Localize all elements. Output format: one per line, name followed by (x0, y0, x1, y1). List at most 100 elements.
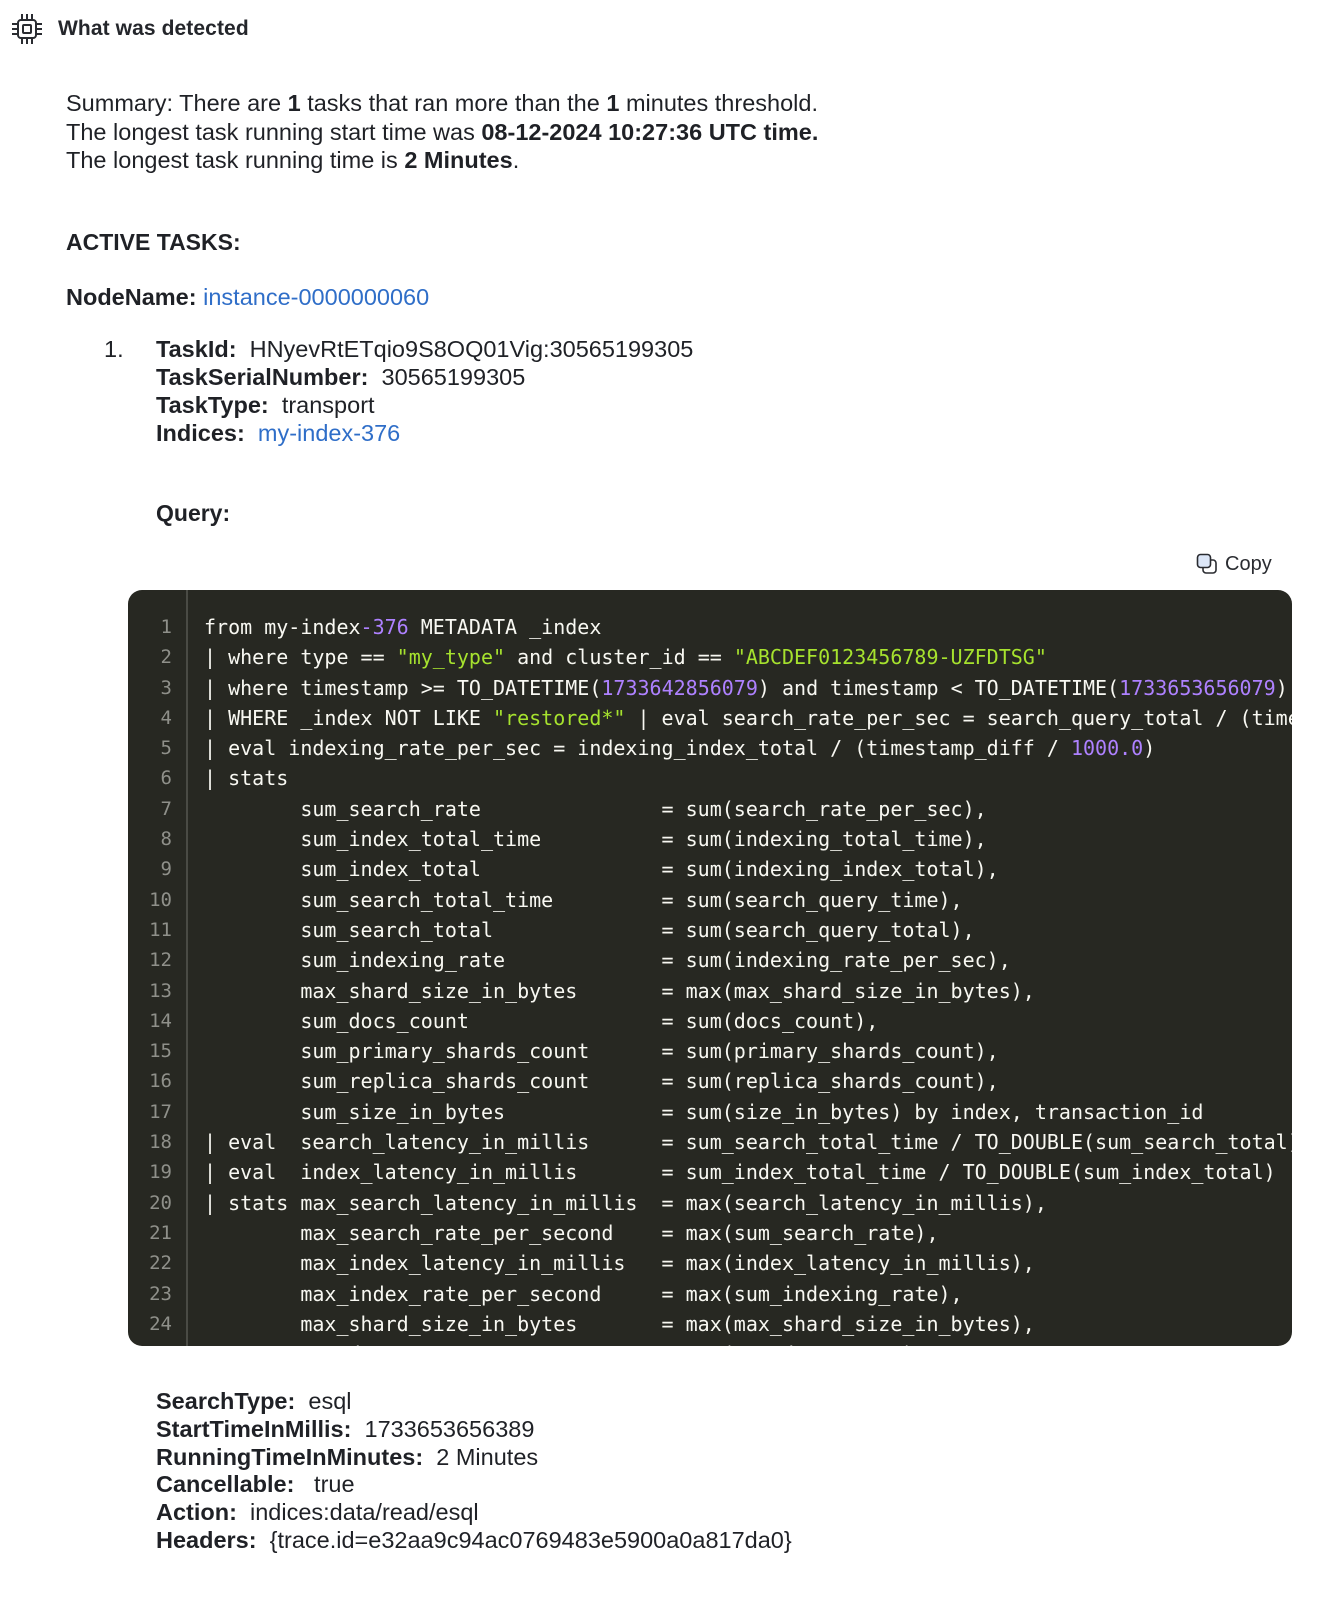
code-text: sum_index_total_time = sum(indexing_tota… (204, 824, 987, 854)
line-number: 2 (160, 646, 172, 669)
line-number: 13 (149, 979, 172, 1002)
summary-line-1: Summary: There are 1 tasks that ran more… (66, 89, 818, 118)
indices-link[interactable]: my-index-376 (258, 420, 400, 446)
copy-button[interactable]: Copy (1195, 552, 1272, 576)
field-label: RunningTimeInMinutes: (156, 1443, 424, 1470)
code-string: "my_type" (396, 645, 506, 670)
start-time-value: 1733653656389 (364, 1415, 535, 1442)
code-string: "ABCDEF0123456789-UZFDTSG" (733, 645, 1047, 670)
code-text: | eval index_latency_in_millis = sum_ind… (204, 1157, 1276, 1187)
line-number: 21 (149, 1221, 172, 1244)
code-token: sum_search_total = sum(search_query_tota… (204, 917, 975, 942)
action-field: Action: indices:data/read/esql (156, 1499, 792, 1527)
code-text: max_index_latency_in_millis = max(index_… (204, 1248, 1035, 1278)
line-number: 18 (149, 1131, 172, 1154)
line-number: 25 (128, 1339, 172, 1346)
cancellable-value: true (314, 1471, 355, 1498)
longest-start-time: 08-12-2024 10:27:36 UTC time (481, 118, 812, 145)
task-fields: TaskId: HNyevRtETqio9S8OQ01Vig:305651993… (156, 335, 693, 447)
code-text: sum_search_rate = sum(search_rate_per_se… (204, 794, 986, 824)
line-number: 22 (149, 1252, 172, 1275)
code-text: sum_primary_shards_count = sum(primary_s… (204, 1036, 999, 1066)
task-type-field: TaskType: transport (156, 391, 693, 419)
code-text: from my-index-376 METADATA _index (204, 612, 601, 642)
code-text: max_shard_size_in_bytes = max(max_shard_… (204, 976, 1035, 1006)
task-serial-field: TaskSerialNumber: 30565199305 (156, 363, 693, 391)
code-token: sum_indexing_rate = sum(indexing_rate_pe… (204, 948, 1011, 973)
line-number: 23 (149, 1282, 172, 1305)
code-token: sum_primary_shards_count = sum(primary_s… (204, 1039, 999, 1064)
code-token: max_index_rate_per_second = max(sum_inde… (204, 1281, 963, 1306)
code-text: | WHERE _index NOT LIKE "restored*" | ev… (204, 703, 1292, 733)
code-number: -376 (360, 615, 409, 639)
code-token: sum_index_total_time = sum(indexing_tota… (204, 827, 987, 852)
code-token: sum_index_total = sum(indexing_index_tot… (204, 857, 999, 882)
summary-text: minutes threshold. (619, 90, 818, 116)
code-token: sum_replica_shards_count = sum(replica_s… (204, 1069, 999, 1094)
field-label: SearchType: (156, 1388, 296, 1414)
chip-icon (10, 12, 44, 46)
line-number: 8 (160, 828, 172, 851)
code-token: max_index_latency_in_millis = max(index_… (204, 1251, 1035, 1276)
threshold-minutes: 1 (606, 90, 620, 116)
list-number: 1. (104, 336, 124, 362)
line-number: 14 (149, 1009, 172, 1032)
code-text: max_shard_size_in_bytes = max(max_shard_… (204, 1309, 1035, 1339)
task-serial-value: 30565199305 (381, 364, 526, 390)
code-token: | eval search_latency_in_millis = sum_se… (204, 1130, 1292, 1155)
code-token: METADATA _index (408, 615, 602, 639)
node-name-link[interactable]: instance-0000000060 (203, 284, 429, 310)
summary-line-3: The longest task running time is 2 Minut… (66, 146, 818, 175)
line-number: 5 (160, 737, 172, 760)
code-text: sum_index_total = sum(indexing_index_tot… (204, 854, 999, 884)
line-number: 20 (149, 1191, 172, 1214)
query-label: Query: (156, 500, 231, 526)
code-text: max_search_rate_per_second = max(sum_sea… (204, 1218, 939, 1248)
line-number: 1 (160, 616, 172, 638)
task-id-field: TaskId: HNyevRtETqio9S8OQ01Vig:305651993… (156, 335, 693, 363)
start-time-field: StartTimeInMillis: 1733653656389 (156, 1416, 792, 1444)
code-token: | where timestamp >= TO_DATETIME( (204, 675, 602, 700)
code-token: ) and timestamp < TO_DATETIME( (757, 675, 1120, 700)
summary-text: . (811, 118, 819, 145)
headers-field: Headers: {trace.id=e32aa9c94ac0769483e59… (156, 1527, 792, 1555)
summary-text: Summary: There are (66, 90, 288, 116)
cancellable-field: Cancellable: true (156, 1471, 792, 1499)
line-number: 6 (160, 767, 172, 790)
code-token: | where type == (204, 645, 397, 670)
code-token: | eval index_latency_in_millis = sum_ind… (204, 1160, 1276, 1185)
summary-text: The longest task running time is (66, 147, 405, 173)
running-time-field: RunningTimeInMinutes: 2 Minutes (156, 1444, 792, 1472)
code-text: sum_search_total = sum(search_query_tota… (204, 915, 975, 945)
running-time-value: 2 Minutes (436, 1443, 539, 1470)
code-token: sum_size_in_bytes = sum(size_in_bytes) b… (204, 1099, 1204, 1124)
query-code-block[interactable]: 1 from my-index-376 METADATA _index 2 | whe… (128, 590, 1292, 1346)
line-number: 15 (149, 1040, 172, 1063)
node-name-label: NodeName: (66, 284, 197, 310)
field-label: StartTimeInMillis: (156, 1415, 352, 1442)
line-number: 12 (149, 949, 172, 972)
field-label: Indices: (156, 420, 245, 446)
task-details: SearchType: esql StartTimeInMillis: 1733… (156, 1388, 792, 1555)
summary-text: The longest task running start time was (66, 118, 482, 145)
code-text: max_docs_count = max(sum_docs_count), (204, 1339, 926, 1346)
code-token: max_search_rate_per_second = max(sum_sea… (204, 1220, 939, 1245)
search-type-field: SearchType: esql (156, 1388, 792, 1416)
code-text: sum_replica_shards_count = sum(replica_s… (204, 1066, 999, 1096)
line-number: 19 (149, 1161, 172, 1184)
code-token: sum_docs_count = sum(docs_count), (204, 1008, 879, 1033)
summary-text: tasks that ran more than the (300, 90, 607, 116)
summary-line-2: The longest task running start time was … (66, 118, 818, 147)
code-token: ) (1143, 736, 1156, 761)
code-text: | eval search_latency_in_millis = sum_se… (204, 1127, 1292, 1157)
line-number: 11 (149, 918, 172, 941)
summary: Summary: There are 1 tasks that ran more… (66, 89, 818, 175)
line-number: 24 (149, 1312, 172, 1335)
code-token: max_shard_size_in_bytes = max(max_shard_… (204, 1311, 1035, 1336)
field-label: TaskId: (156, 336, 237, 362)
section-header: What was detected (10, 12, 249, 46)
field-label: Headers: (156, 1526, 257, 1553)
code-token: | eval indexing_rate_per_sec = indexing_… (204, 736, 1071, 761)
line-number: 4 (160, 706, 172, 729)
line-number: 10 (149, 888, 172, 911)
